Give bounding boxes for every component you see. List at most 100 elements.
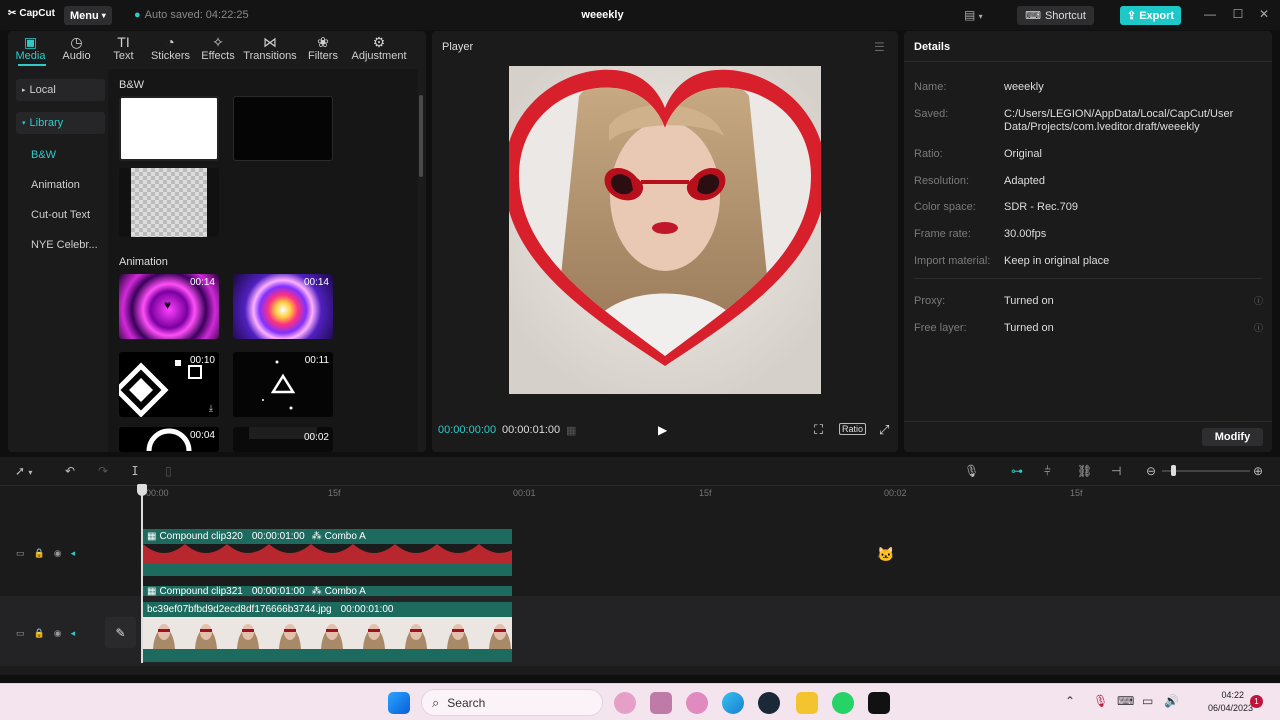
animation-thumb-2[interactable]: 00:14 — [233, 274, 333, 339]
compound-clip-header[interactable]: ▦ Compound clip321 00:00:01:00 ⁂ Combo A — [143, 586, 512, 596]
compound-clip-header[interactable]: ▦ Compound clip320 00:00:01:00 ⁂ Combo A — [143, 529, 512, 544]
sidebar-item-cutout-text[interactable]: Cut-out Text — [16, 204, 105, 226]
shortcut-button[interactable]: ⌨ Shortcut — [1017, 6, 1094, 25]
edit-cover-icon[interactable]: ✎ — [105, 617, 136, 648]
sidebar-item-bw[interactable]: B&W — [16, 144, 105, 166]
eye-icon[interactable]: ◉ — [54, 628, 62, 639]
microphone-icon[interactable]: 🎙 — [1093, 694, 1108, 708]
steam-icon[interactable] — [758, 692, 780, 714]
preview-axis-icon[interactable]: ⊣ — [1111, 464, 1121, 478]
split-icon[interactable]: ⵊ — [132, 464, 138, 478]
tab-transitions[interactable]: ⋈ Transitions — [242, 31, 298, 65]
frames-icon[interactable]: ▦ — [566, 424, 576, 437]
hamburger-icon[interactable]: ☰ — [874, 40, 885, 54]
detail-label-frame-rate: Frame rate: — [914, 228, 971, 240]
heart-frames-icon — [143, 544, 512, 553]
app-icon[interactable] — [614, 692, 636, 714]
image-clip-thumbnails[interactable] — [143, 617, 512, 649]
export-button[interactable]: ⇪ Export — [1120, 6, 1181, 25]
eye-icon[interactable]: ◉ — [54, 548, 62, 559]
help-icon[interactable]: ⓘ — [1254, 294, 1263, 307]
file-explorer-icon[interactable] — [796, 692, 818, 714]
track-thumbnail-icon[interactable]: ▭ — [16, 628, 25, 639]
bw-white-thumb[interactable] — [119, 96, 219, 161]
audio-wave-icon[interactable]: ◂ — [71, 548, 76, 559]
zoom-slider-handle[interactable] — [1171, 465, 1176, 476]
zoom-in-icon[interactable]: ⊕ — [1253, 464, 1263, 478]
tab-effects[interactable]: ✧ Effects — [194, 31, 242, 65]
download-icon[interactable]: ⤓ — [209, 403, 213, 414]
screenshot-icon[interactable]: ⛶ — [814, 422, 823, 438]
undo-icon[interactable]: ↶ — [65, 464, 75, 478]
lock-icon[interactable]: 🔒 — [34, 628, 45, 639]
play-button[interactable]: ▶ — [658, 423, 667, 437]
tab-text[interactable]: TI Text — [100, 31, 147, 65]
divider — [904, 61, 1272, 62]
capcut-taskbar-icon[interactable] — [868, 692, 890, 714]
ratio-button[interactable]: Ratio — [839, 423, 867, 435]
heart-icon: ♥ — [164, 298, 172, 312]
playhead-handle[interactable] — [137, 484, 147, 496]
auto-snap-icon[interactable]: ⫩ — [1044, 464, 1051, 479]
adjustment-icon: ⚙ — [372, 34, 386, 50]
audio-wave-icon[interactable]: ◂ — [71, 628, 76, 639]
sidebar-item-library[interactable]: ▾ Library — [16, 112, 105, 134]
sidebar-item-nye[interactable]: NYE Celebr... — [16, 234, 105, 256]
stickers-icon: ◔ — [166, 34, 175, 50]
bw-black-thumb[interactable] — [233, 96, 333, 161]
windows-taskbar: ⌕ Search ⌃ 🎙 ⌨ ▭ 🔊 04:22 06/04/2023 1 — [0, 683, 1280, 720]
system-clock[interactable]: 04:22 06/04/2023 — [1208, 689, 1253, 715]
taskbar-search[interactable]: ⌕ Search — [421, 689, 603, 716]
sidebar-item-animation[interactable]: Animation — [16, 174, 105, 196]
windows-start-icon[interactable] — [388, 692, 410, 714]
whatsapp-icon[interactable] — [832, 692, 854, 714]
tab-stickers[interactable]: ◔ Stickers — [147, 31, 194, 65]
app-icon[interactable] — [686, 692, 708, 714]
battery-icon[interactable]: ▭ — [1142, 694, 1153, 708]
delete-icon[interactable]: ▯ — [165, 464, 172, 478]
animation-thumb-3[interactable]: 00:10 ⤓ — [119, 352, 219, 417]
tab-filters[interactable]: ❀ Filters — [298, 31, 348, 65]
magnet-icon[interactable]: ⊶ — [1011, 464, 1023, 478]
video-preview[interactable] — [509, 66, 821, 394]
library-scrollbar[interactable] — [419, 95, 423, 177]
animation-thumb-1[interactable]: 00:14 ♥ — [119, 274, 219, 339]
animation-thumb-6[interactable]: 00:02 — [233, 427, 333, 452]
select-cursor-icon[interactable]: ➚ ▾ — [15, 464, 32, 478]
app-logo: ✂ CapCut — [8, 8, 55, 19]
compound-clip-thumbnails[interactable] — [143, 544, 512, 564]
volume-icon[interactable]: 🔊 — [1164, 694, 1179, 708]
maximize-icon[interactable]: ☐ — [1230, 7, 1246, 21]
tab-audio[interactable]: ◷ Audio — [53, 31, 100, 65]
current-time: 00:00:00:00 — [438, 424, 497, 436]
app-icon[interactable] — [650, 692, 672, 714]
sidebar-item-local[interactable]: ▸ Local — [16, 79, 105, 101]
bw-transparent-thumb[interactable] — [119, 168, 219, 237]
zoom-out-icon[interactable]: ⊖ — [1146, 464, 1156, 478]
divider — [904, 421, 1272, 422]
lock-icon[interactable]: 🔒 — [34, 548, 45, 559]
close-icon[interactable]: ✕ — [1256, 7, 1272, 21]
animation-thumb-4[interactable]: 00:11 — [233, 352, 333, 417]
chevron-up-icon[interactable]: ⌃ — [1065, 694, 1075, 708]
minimize-icon[interactable]: — — [1202, 7, 1218, 21]
tab-adjustment[interactable]: ⚙ Adjustment — [348, 31, 410, 65]
player-panel: Player ☰ 00:00:00:00 00:00:01:00 ▦ ▶ ⛶ R… — [432, 31, 898, 452]
link-icon[interactable]: ⛓ — [1077, 464, 1092, 478]
layout-icon[interactable]: ▤ ▾ — [964, 8, 983, 22]
track-thumbnail-icon[interactable]: ▭ — [16, 548, 25, 559]
notification-badge[interactable]: 1 — [1250, 695, 1263, 708]
modify-button[interactable]: Modify — [1202, 428, 1263, 446]
compound-clip-icon: ▦ — [147, 531, 157, 542]
keyboard-icon[interactable]: ⌨ — [1117, 694, 1134, 708]
redo-icon[interactable]: ↷ — [98, 464, 108, 478]
help-icon[interactable]: ⓘ — [1254, 321, 1263, 334]
playhead[interactable] — [141, 485, 143, 663]
fullscreen-icon[interactable]: ⤢ — [879, 422, 889, 438]
microphone-icon[interactable]: 🎙 — [964, 464, 979, 478]
animation-thumb-5[interactable]: 00:04 — [119, 427, 219, 452]
tab-media[interactable]: ▣ Media — [8, 31, 53, 65]
image-clip-header[interactable]: bc39ef07bfbd9d2ecd8df176666b3744.jpg 00:… — [143, 602, 512, 617]
menu-button[interactable]: Menu ▾ — [64, 6, 112, 25]
edge-icon[interactable] — [722, 692, 744, 714]
